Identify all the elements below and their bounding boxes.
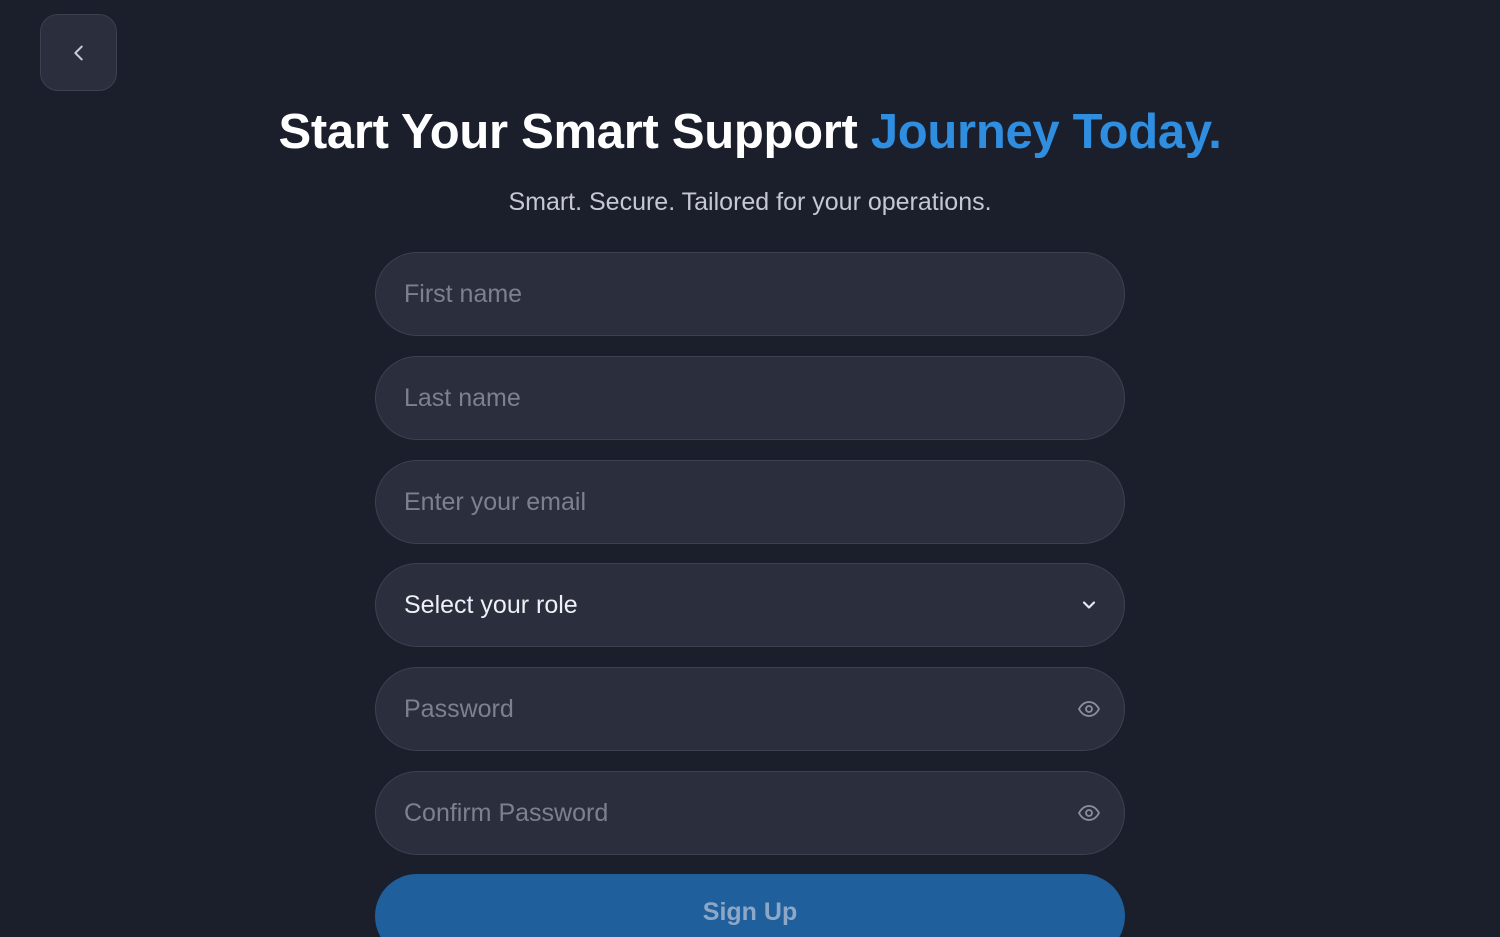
confirm-password-input[interactable]: [376, 772, 1124, 854]
eye-icon[interactable]: [1076, 696, 1102, 722]
chevron-down-icon[interactable]: [1076, 592, 1102, 618]
first-name-field[interactable]: [375, 252, 1125, 336]
role-select[interactable]: Select your role: [375, 563, 1125, 647]
page-title: Start Your Smart Support Journey Today.: [0, 104, 1500, 160]
confirm-password-field[interactable]: [375, 771, 1125, 855]
email-input[interactable]: [376, 461, 1124, 543]
page-subtitle: Smart. Secure. Tailored for your operati…: [508, 188, 992, 216]
password-input[interactable]: [376, 668, 1124, 750]
sign-up-button[interactable]: Sign Up: [375, 874, 1125, 937]
email-field[interactable]: [375, 460, 1125, 544]
page-title-accent: Journey Today.: [870, 105, 1222, 159]
page-title-main: Start Your Smart Support: [278, 105, 871, 159]
last-name-input[interactable]: [376, 357, 1124, 439]
signup-page: Start Your Smart Support Journey Today. …: [0, 0, 1500, 937]
back-button[interactable]: [40, 14, 117, 91]
last-name-field[interactable]: [375, 356, 1125, 440]
eye-icon[interactable]: [1076, 800, 1102, 826]
role-select-value[interactable]: Select your role: [376, 564, 1124, 646]
chevron-left-icon: [73, 45, 83, 60]
first-name-input[interactable]: [376, 253, 1124, 335]
password-field[interactable]: [375, 667, 1125, 751]
